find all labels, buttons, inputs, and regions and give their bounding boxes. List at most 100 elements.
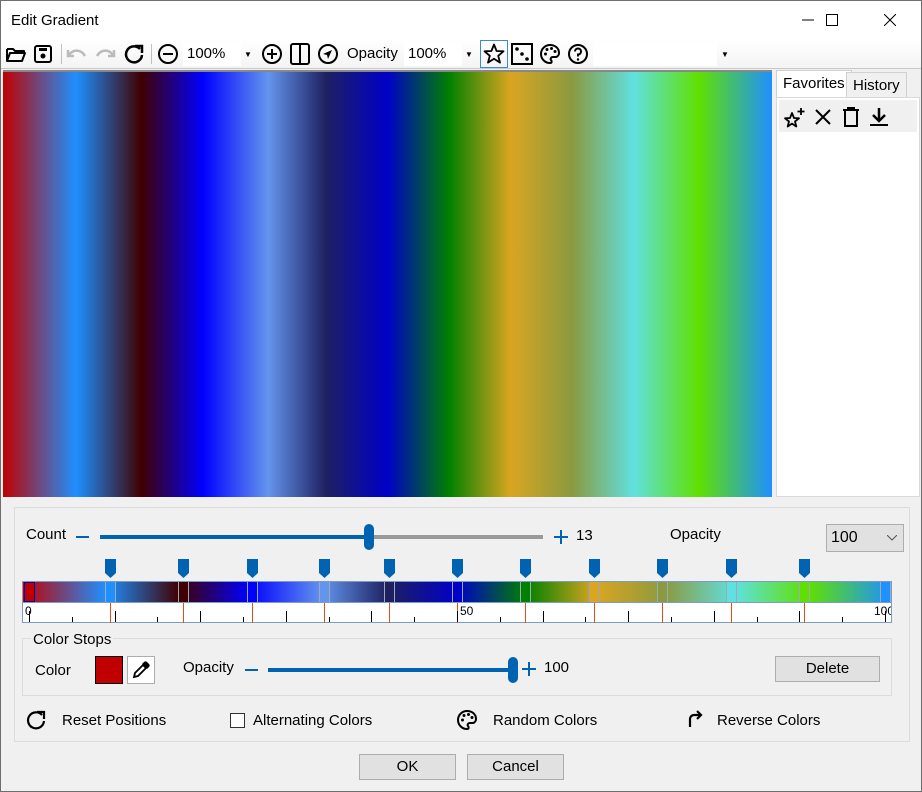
color-stop-handle[interactable] (588, 582, 600, 602)
opacity-select-value: 100 (831, 529, 858, 546)
color-stop-handle[interactable] (178, 582, 190, 602)
random-dots-button[interactable] (510, 41, 534, 67)
ruler-label-50: 50 (460, 604, 474, 618)
stop-marker[interactable] (657, 559, 669, 579)
tab-history[interactable]: History (846, 72, 907, 98)
save-button[interactable] (31, 41, 55, 67)
color-stop-handle[interactable] (452, 582, 463, 602)
remove-favorite-button[interactable] (811, 105, 835, 129)
stop-position-line (730, 603, 732, 623)
navigate-icon (318, 44, 338, 64)
stop-marker[interactable] (105, 559, 117, 579)
position-ruler: 0 50 100 (23, 602, 891, 623)
ruler-tick (671, 617, 672, 622)
download-favorite-button[interactable] (867, 105, 891, 129)
reset-positions-button[interactable]: Reset Positions (25, 708, 166, 732)
stop-opacity-increase-button[interactable] (521, 661, 537, 677)
color-swatch[interactable] (95, 656, 123, 684)
gradient-editor-bar[interactable]: 0 50 100 (22, 581, 892, 623)
stop-marker[interactable] (520, 559, 532, 579)
alternating-colors-checkbox[interactable]: Alternating Colors (230, 708, 372, 732)
window-title: Edit Gradient (11, 12, 99, 29)
extra-dropdown-arrow[interactable]: ▼ (718, 42, 732, 66)
delete-stop-button[interactable]: Delete (775, 656, 880, 682)
zoom-combo[interactable]: 100% (183, 42, 241, 66)
color-stop-handle[interactable] (880, 582, 891, 602)
delete-favorite-button[interactable] (839, 105, 863, 129)
eyedropper-button[interactable] (127, 656, 155, 684)
zoom-dropdown-arrow[interactable]: ▼ (241, 42, 255, 66)
ruler-tick (157, 617, 159, 622)
stop-opacity-decrease-button[interactable] (245, 669, 258, 671)
stop-opacity-slider-thumb[interactable] (508, 657, 518, 683)
ok-button[interactable]: OK (359, 754, 456, 780)
opacity-dropdown-arrow[interactable]: ▼ (462, 42, 476, 66)
color-stop-handle[interactable] (520, 582, 532, 602)
opacity-combo[interactable]: 100% (404, 42, 462, 66)
help-button[interactable] (566, 41, 590, 67)
zoom-in-button[interactable] (260, 41, 284, 67)
random-colors-button[interactable]: Random Colors (456, 708, 597, 732)
palette-icon (457, 709, 477, 731)
favorite-button[interactable] (480, 40, 508, 68)
stop-position-line (803, 603, 805, 623)
ruler-tick (713, 611, 715, 622)
checkbox-box[interactable] (230, 712, 245, 728)
zoom-out-button[interactable] (156, 41, 180, 67)
toolbar-separator (61, 44, 62, 64)
gradient-strip[interactable] (23, 582, 891, 602)
palette-icon (540, 43, 560, 65)
ruler-tick (71, 617, 73, 622)
color-stop-handle[interactable] (319, 582, 331, 602)
gradient-preview[interactable] (3, 70, 772, 497)
extra-combo[interactable] (593, 42, 717, 66)
ruler-tick (542, 611, 544, 622)
color-stop-handle[interactable] (657, 582, 669, 602)
color-stop-handle[interactable] (798, 582, 810, 602)
stop-position-line (183, 603, 185, 623)
reverse-colors-button[interactable]: Reverse Colors (682, 708, 820, 732)
color-stop-handle[interactable] (105, 582, 117, 602)
add-favorite-button[interactable] (783, 105, 807, 129)
color-label: Color (35, 662, 71, 679)
opacity-label: Opacity (670, 526, 721, 543)
color-stop-handle[interactable] (24, 582, 35, 602)
random-colors-label: Random Colors (493, 711, 598, 729)
favorites-toolbar (779, 100, 917, 132)
refresh-button[interactable] (122, 41, 146, 67)
count-slider[interactable] (100, 524, 543, 550)
ruler-tick (328, 617, 330, 622)
navigate-button[interactable] (316, 41, 340, 67)
controls-panel: Count 13 Opacity 100 0 50 100 Color Stop… (14, 507, 910, 742)
opacity-select[interactable]: 100 (826, 524, 904, 552)
stop-marker[interactable] (319, 559, 331, 579)
cancel-button[interactable]: Cancel (467, 754, 564, 780)
side-panel: Favorites History (774, 70, 920, 497)
stop-marker[interactable] (452, 559, 463, 579)
maximize-button[interactable] (809, 1, 855, 39)
open-button[interactable] (4, 41, 28, 67)
stop-position-line (251, 603, 253, 623)
count-slider-thumb[interactable] (364, 524, 374, 550)
toolbar: 100% ▼ Opacity 100% ▼ ▼ (1, 39, 921, 69)
palette-button[interactable] (538, 41, 562, 67)
stop-marker[interactable] (383, 559, 395, 579)
stop-opacity-slider[interactable] (268, 657, 518, 683)
color-stop-handle[interactable] (725, 582, 737, 602)
tab-favorites[interactable]: Favorites (776, 70, 852, 98)
stop-position-line (662, 603, 664, 623)
stop-marker[interactable] (798, 559, 810, 579)
redo-button[interactable] (93, 41, 117, 67)
undo-button[interactable] (65, 41, 89, 67)
ruler-tick (114, 611, 116, 622)
split-view-button[interactable] (288, 41, 312, 67)
color-stop-handle[interactable] (246, 582, 258, 602)
stop-marker[interactable] (246, 559, 258, 579)
close-button[interactable] (867, 1, 913, 39)
color-stop-handle[interactable] (383, 582, 395, 602)
stop-marker[interactable] (178, 559, 190, 579)
stop-marker[interactable] (588, 559, 600, 579)
count-decrease-button[interactable] (76, 536, 89, 538)
count-increase-button[interactable] (553, 529, 569, 545)
stop-marker[interactable] (725, 559, 737, 579)
